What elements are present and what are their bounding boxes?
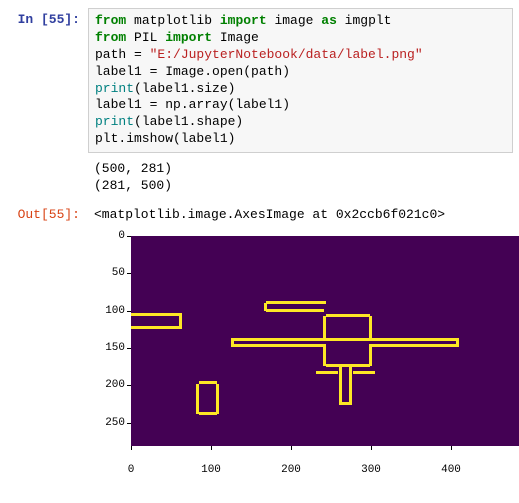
kw-import: import xyxy=(220,13,267,28)
tick-mark xyxy=(127,236,131,237)
y-tick-label: 0 xyxy=(118,230,125,242)
tick-mark xyxy=(127,311,131,312)
label-stroke xyxy=(339,402,352,405)
label-stroke xyxy=(266,309,324,312)
label-stroke xyxy=(323,344,326,366)
y-tick-label: 100 xyxy=(105,305,125,317)
kw-import2: import xyxy=(165,30,212,45)
label-stroke xyxy=(196,384,199,414)
label-stroke xyxy=(369,344,459,347)
tick-mark xyxy=(127,385,131,386)
label-stroke xyxy=(369,316,372,340)
x-tick-label: 0 xyxy=(128,464,135,476)
y-tick-label: 150 xyxy=(105,342,125,354)
label-stroke xyxy=(131,313,181,316)
x-tick-label: 400 xyxy=(441,464,461,476)
label-stroke xyxy=(353,371,375,374)
string-literal: "E:/JupyterNotebook/data/label.png" xyxy=(150,47,423,62)
tick-mark xyxy=(371,446,372,450)
label-stroke xyxy=(199,412,217,415)
result-text: <matplotlib.image.AxesImage at 0x2ccb6f0… xyxy=(88,203,513,228)
label-stroke xyxy=(179,313,182,329)
label-stroke xyxy=(231,338,234,347)
label-stroke xyxy=(339,366,342,404)
x-tick-label: 300 xyxy=(361,464,381,476)
y-tick-label: 200 xyxy=(105,379,125,391)
label-stroke xyxy=(326,364,370,367)
tick-mark xyxy=(291,446,292,450)
code-input[interactable]: from matplotlib import image as imgplt f… xyxy=(88,8,513,153)
tick-mark xyxy=(211,446,212,450)
builtin-print: print xyxy=(95,81,134,96)
y-tick-label: 50 xyxy=(112,267,125,279)
y-axis-ticks: 0 50 100 150 200 250 xyxy=(96,236,128,446)
label-stroke xyxy=(266,301,326,304)
kw-as: as xyxy=(321,13,337,28)
y-tick-label: 250 xyxy=(105,417,125,429)
input-cell: In [55]: from matplotlib import image as… xyxy=(6,8,513,153)
kw-from2: from xyxy=(95,30,126,45)
label-stroke xyxy=(231,344,326,347)
out-prompt-label: Out[55]: xyxy=(6,203,88,228)
label-stroke xyxy=(369,344,372,366)
label-stroke xyxy=(131,326,181,329)
label-stroke xyxy=(349,366,352,404)
builtin-print2: print xyxy=(95,114,134,129)
in-prompt-label: In [55]: xyxy=(6,8,88,153)
label-stroke xyxy=(231,338,456,341)
x-tick-label: 200 xyxy=(281,464,301,476)
label-stroke xyxy=(326,314,370,317)
plot-output: 0 50 100 150 200 250 0 100 200 300 400 xyxy=(96,236,513,446)
tick-mark xyxy=(451,446,452,450)
tick-mark xyxy=(127,273,131,274)
label-stroke xyxy=(199,381,217,384)
kw-from: from xyxy=(95,13,126,28)
stdout-output: (500, 281) (281, 500) xyxy=(6,157,513,199)
label-stroke xyxy=(216,384,219,414)
tick-mark xyxy=(127,348,131,349)
label-stroke xyxy=(323,316,326,340)
x-tick-label: 100 xyxy=(201,464,221,476)
label-stroke xyxy=(316,371,338,374)
label-stroke xyxy=(456,338,459,347)
plot-axes: 0 50 100 150 200 250 0 100 200 300 400 xyxy=(131,236,519,446)
tick-mark xyxy=(131,446,132,450)
tick-mark xyxy=(127,423,131,424)
result-output: Out[55]: <matplotlib.image.AxesImage at … xyxy=(6,203,513,228)
matplotlib-figure: 0 50 100 150 200 250 0 100 200 300 400 xyxy=(96,236,513,446)
stdout-text: (500, 281) (281, 500) xyxy=(88,157,513,199)
empty-prompt xyxy=(6,157,88,199)
